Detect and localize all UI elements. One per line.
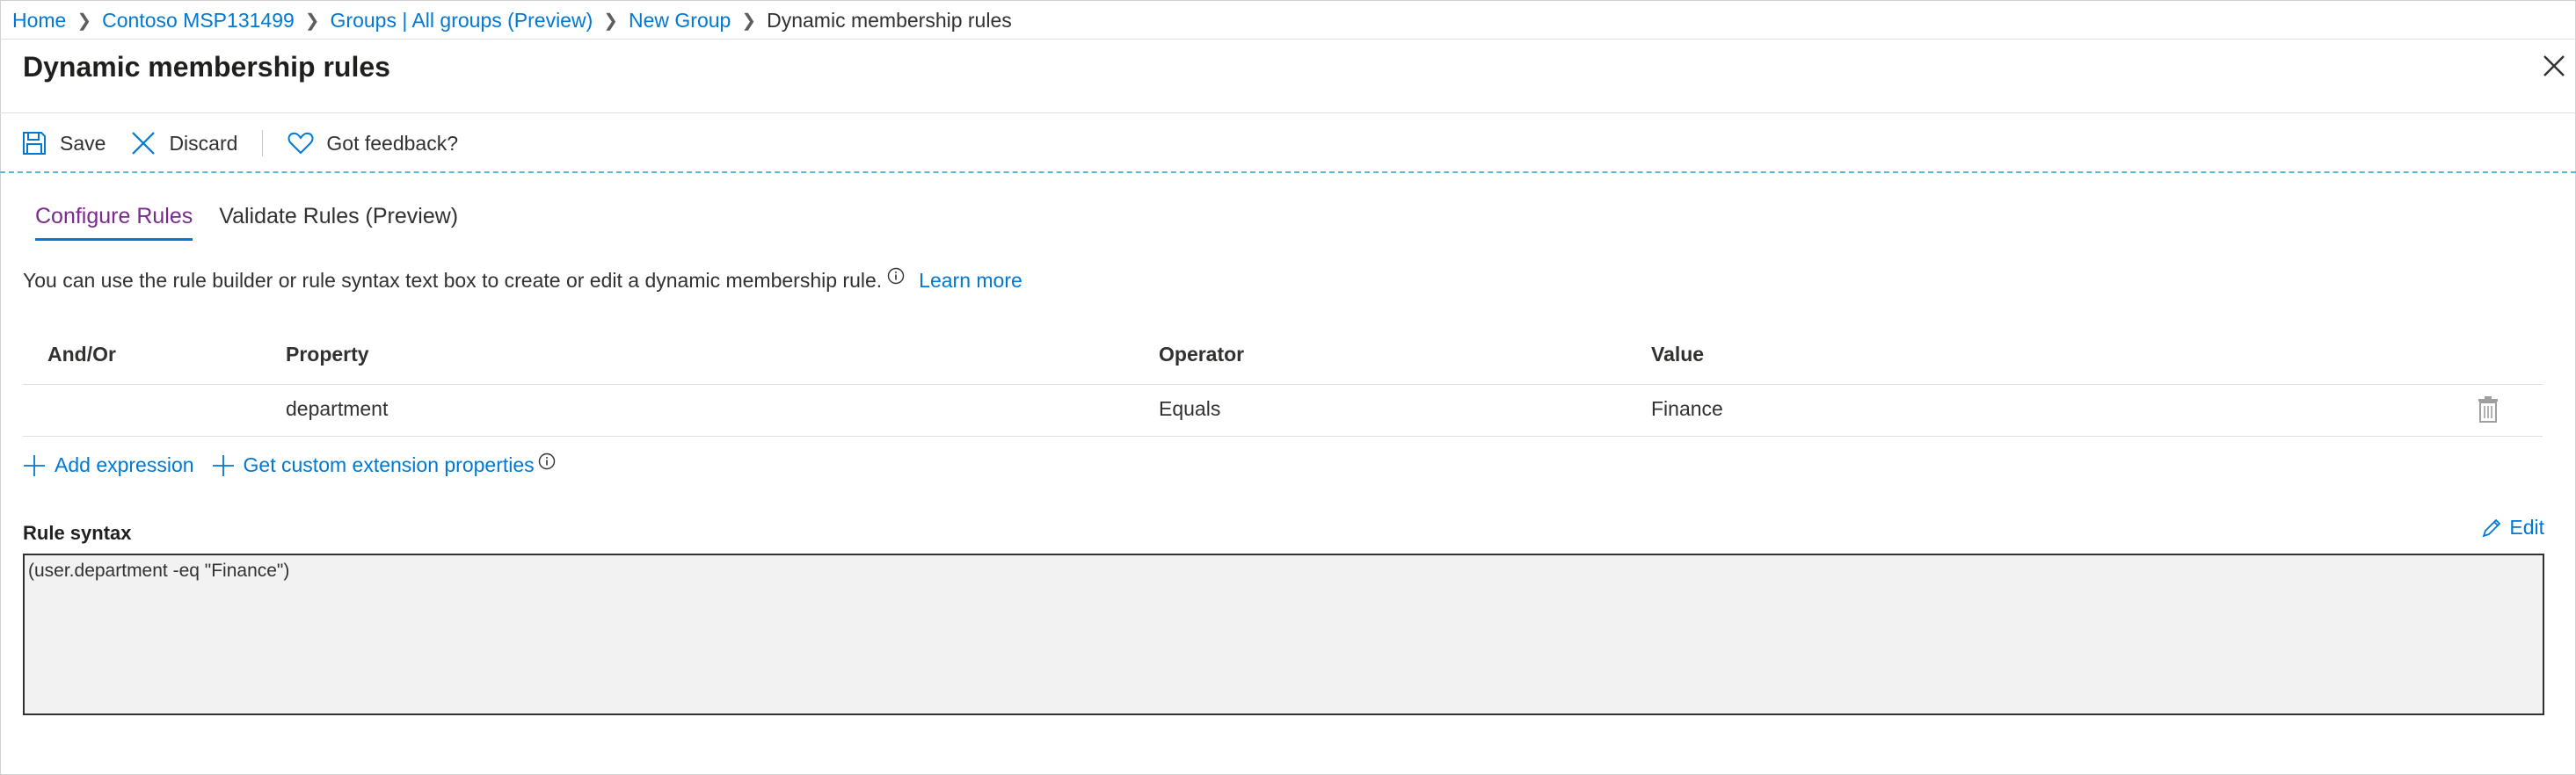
add-expression-button[interactable]: Add expression [23, 453, 194, 477]
breadcrumb-current: Dynamic membership rules [767, 8, 1012, 32]
rule-syntax-textbox[interactable]: (user.department -eq "Finance") [23, 554, 2544, 715]
close-icon [2543, 55, 2565, 76]
breadcrumb-new-group[interactable]: New Group [629, 9, 731, 33]
plus-icon [212, 454, 234, 476]
plus-icon [24, 454, 45, 476]
column-header-value: Value [1651, 343, 1705, 366]
info-icon[interactable] [887, 267, 905, 285]
learn-more-link[interactable]: Learn more [919, 269, 1022, 293]
toolbar-divider [262, 130, 264, 156]
custom-extension-label: Get custom extension properties [243, 453, 535, 476]
divider [0, 39, 2576, 40]
cell-property[interactable]: department [286, 397, 388, 421]
save-label: Save [60, 131, 106, 155]
pencil-icon [2482, 518, 2501, 537]
save-button[interactable]: Save [21, 130, 106, 156]
command-bar: Save Discard Got feedback? [21, 125, 483, 162]
description-text: You can use the rule builder or rule syn… [23, 269, 883, 292]
chevron-right-icon: ❯ [603, 11, 619, 31]
discard-label: Discard [169, 131, 238, 155]
feedback-button[interactable]: Got feedback? [287, 131, 458, 156]
tab-configure-rules[interactable]: Configure Rules [35, 204, 193, 241]
divider [23, 384, 2543, 385]
feedback-label: Got feedback? [326, 131, 459, 155]
divider [23, 436, 2543, 437]
heart-icon [287, 132, 314, 155]
cell-operator[interactable]: Equals [1159, 397, 1220, 421]
rule-actions: Add expression Get custom extension prop… [23, 453, 582, 477]
discard-button[interactable]: Discard [130, 130, 237, 156]
breadcrumb: Home ❯ Contoso MSP131499 ❯ Groups | All … [12, 7, 1012, 33]
breadcrumb-groups[interactable]: Groups | All groups (Preview) [331, 9, 593, 33]
rule-syntax-label: Rule syntax [23, 522, 132, 544]
description: You can use the rule builder or rule syn… [23, 267, 1022, 293]
breadcrumb-home[interactable]: Home [12, 9, 66, 33]
cell-value[interactable]: Finance [1651, 397, 1723, 421]
edit-label: Edit [2509, 516, 2544, 539]
divider [0, 112, 2576, 113]
divider [0, 171, 2576, 173]
page-title: Dynamic membership rules [23, 51, 390, 83]
info-icon[interactable] [538, 453, 556, 470]
column-header-property: Property [286, 343, 369, 366]
tab-validate-rules[interactable]: Validate Rules (Preview) [219, 204, 458, 241]
chevron-right-icon: ❯ [741, 11, 757, 31]
chevron-right-icon: ❯ [76, 11, 92, 31]
discard-icon [132, 132, 156, 155]
close-button[interactable] [2539, 51, 2569, 81]
edit-button[interactable]: Edit [2481, 516, 2544, 540]
save-icon [23, 132, 46, 155]
rule-syntax-text: (user.department -eq "Finance") [28, 561, 290, 581]
breadcrumb-tenant[interactable]: Contoso MSP131499 [102, 9, 295, 33]
tab-list: Configure Rules Validate Rules (Preview) [35, 204, 484, 241]
custom-extension-button[interactable]: Get custom extension properties [212, 453, 564, 477]
trash-icon[interactable] [2476, 395, 2500, 424]
column-header-operator: Operator [1159, 343, 1245, 366]
chevron-right-icon: ❯ [304, 11, 320, 31]
add-expression-label: Add expression [55, 453, 194, 476]
column-header-andor: And/Or [47, 343, 116, 366]
